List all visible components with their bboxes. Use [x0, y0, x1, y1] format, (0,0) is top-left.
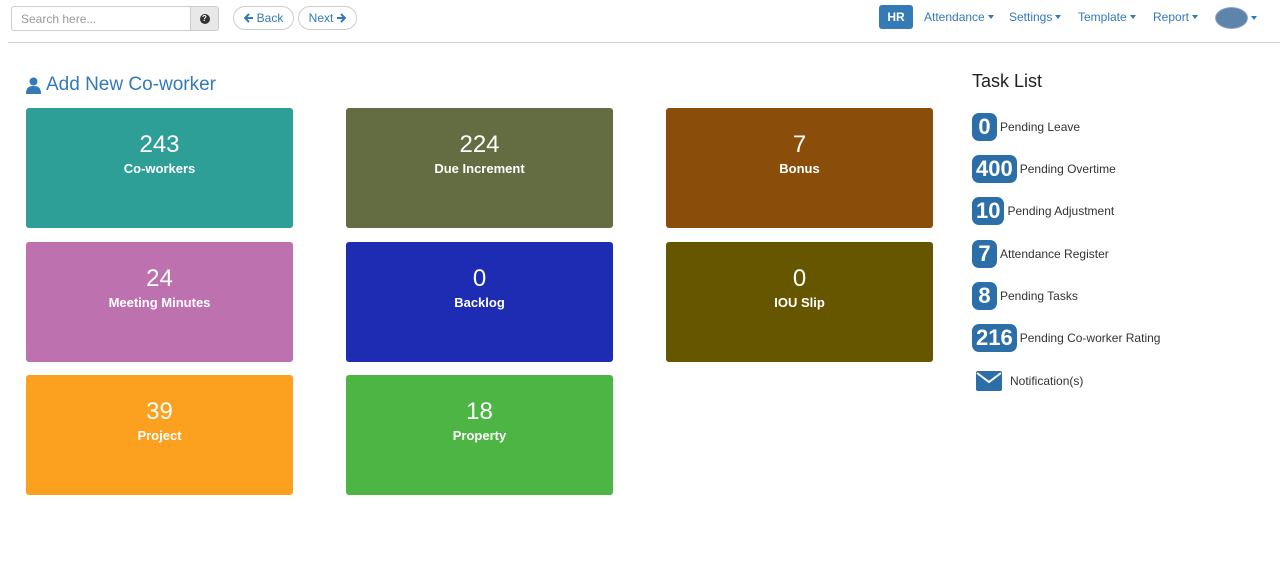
task-label: Pending Leave — [1000, 120, 1081, 134]
tile-meeting-minutes[interactable]: 24 Meeting Minutes — [26, 242, 293, 362]
tile-value: 243 — [139, 131, 180, 158]
task-pending-coworker-rating[interactable]: 216 Pending Co-worker Rating — [972, 324, 1160, 352]
task-pending-tasks[interactable]: 8 Pending Tasks — [972, 282, 1078, 310]
tile-value: 0 — [472, 265, 487, 292]
tile-backlog[interactable]: 0 Backlog — [346, 242, 613, 362]
tile-label: Backlog — [454, 295, 505, 310]
search-input[interactable] — [11, 6, 190, 31]
caret-down-icon — [1129, 15, 1136, 19]
task-label: Pending Co-worker Rating — [1019, 331, 1161, 345]
tile-due-increment[interactable]: 224 Due Increment — [346, 108, 613, 228]
tile-property[interactable]: 18 Property — [346, 375, 613, 495]
tile-iou-slip[interactable]: 0 IOU Slip — [666, 242, 933, 362]
task-attendance-register[interactable]: 7 Attendance Register — [972, 240, 1109, 268]
tile-label: Bonus — [779, 161, 820, 176]
tile-label: Project — [137, 428, 182, 443]
back-label: Back — [256, 11, 284, 25]
search-help-button[interactable]: ? — [190, 6, 219, 31]
tile-value: 39 — [146, 398, 173, 425]
task-label: Pending Overtime — [1019, 162, 1116, 176]
tile-bonus[interactable]: 7 Bonus — [666, 108, 933, 228]
search-group: ? — [11, 6, 219, 31]
tile-project[interactable]: 39 Project — [26, 375, 293, 495]
task-label: Attendance Register — [1000, 247, 1109, 261]
tile-value: 18 — [466, 398, 493, 425]
next-button[interactable]: Next — [298, 6, 357, 30]
task-count-badge: 8 — [972, 282, 997, 310]
tile-label: IOU Slip — [774, 295, 825, 310]
menu-settings[interactable]: Settings — [1009, 10, 1062, 24]
task-count-badge: 400 — [972, 155, 1017, 183]
envelope-icon — [976, 371, 1002, 391]
tile-label: Co-workers — [123, 161, 196, 176]
tile-label: Due Increment — [434, 161, 525, 176]
tile-value: 24 — [146, 265, 173, 292]
task-pending-overtime[interactable]: 400 Pending Overtime — [972, 155, 1116, 183]
tile-label: Property — [452, 428, 507, 443]
task-count-badge: 216 — [972, 324, 1017, 352]
notifications-label: Notification(s) — [1010, 374, 1084, 388]
next-label: Next — [308, 11, 334, 25]
add-coworker-link[interactable]: Add New Co-worker — [26, 74, 216, 96]
task-label: Pending Adjustment — [1007, 204, 1115, 218]
menu-template[interactable]: Template — [1078, 10, 1136, 24]
hr-button[interactable]: HR — [879, 5, 913, 29]
task-count-badge: 7 — [972, 240, 997, 268]
task-list-title: Task List — [972, 71, 1043, 91]
arrow-left-icon — [243, 13, 253, 23]
menu-attendance-label: Attendance — [924, 10, 985, 24]
tile-coworkers[interactable]: 243 Co-workers — [26, 108, 293, 228]
caret-down-icon — [1055, 15, 1062, 19]
navbar-divider — [8, 42, 1280, 43]
task-label: Pending Tasks — [1000, 289, 1078, 303]
tile-value: 224 — [459, 131, 500, 158]
tile-label: Meeting Minutes — [108, 295, 211, 310]
menu-template-label: Template — [1078, 10, 1127, 24]
question-circle-icon: ? — [199, 13, 210, 24]
back-button[interactable]: Back — [233, 6, 294, 30]
notifications-link[interactable]: Notification(s) — [976, 371, 1083, 391]
caret-down-icon — [987, 15, 994, 19]
menu-report[interactable]: Report — [1153, 10, 1199, 24]
tile-value: 7 — [792, 131, 807, 158]
task-pending-leave[interactable]: 0 Pending Leave — [972, 113, 1080, 141]
task-pending-adjustment[interactable]: 10 Pending Adjustment — [972, 197, 1114, 225]
avatar-caret-down-icon[interactable] — [1251, 16, 1257, 20]
user-icon — [26, 77, 41, 94]
task-count-badge: 0 — [972, 113, 997, 141]
arrow-right-icon — [337, 13, 347, 23]
menu-settings-label: Settings — [1009, 10, 1053, 24]
menu-report-label: Report — [1153, 10, 1190, 24]
task-count-badge: 10 — [972, 197, 1005, 225]
menu-attendance[interactable]: Attendance — [924, 10, 994, 24]
add-coworker-label: Add New Co-worker — [46, 74, 216, 95]
user-avatar[interactable] — [1215, 7, 1248, 29]
tile-value: 0 — [792, 265, 807, 292]
caret-down-icon — [1192, 15, 1199, 19]
top-navbar: ? Back Next HR Attendance Settings Templ… — [0, 0, 1280, 43]
